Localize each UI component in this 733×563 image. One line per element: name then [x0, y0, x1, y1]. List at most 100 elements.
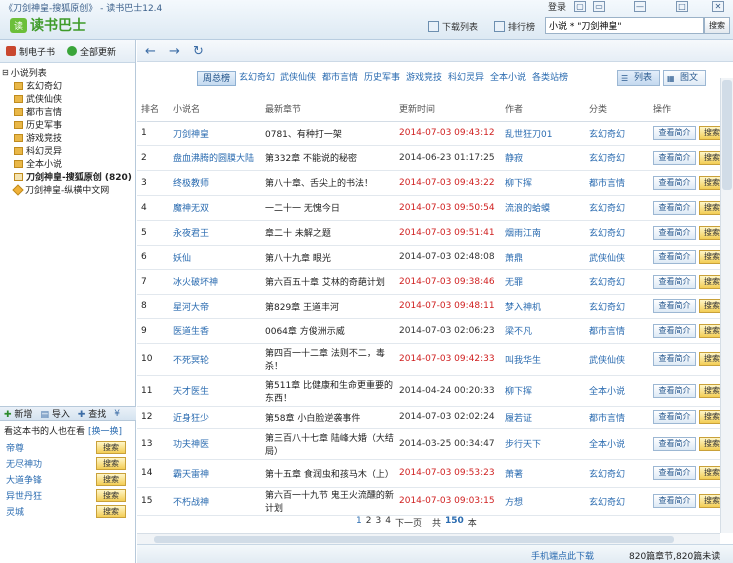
- search-book-button[interactable]: 搜索: [699, 274, 720, 289]
- title-link[interactable]: 霸天雷神: [169, 459, 261, 488]
- maximize-icon[interactable]: □: [676, 1, 688, 12]
- next-page-link[interactable]: 下一页: [395, 516, 422, 529]
- col-title[interactable]: 小说名: [169, 96, 261, 122]
- author-link[interactable]: 方想: [501, 487, 585, 516]
- table-row[interactable]: 14 霸天雷神 第十五章 食润虫和孩马木（上） 2014-07-03 09:53:23…: [137, 459, 720, 488]
- latest-chapter-cell[interactable]: 第三百八十七章 陆峰大婚（大结局）: [261, 428, 395, 460]
- menu-icon[interactable]: —: [634, 1, 646, 12]
- view-intro-button[interactable]: 查看简介: [653, 352, 696, 366]
- title-link[interactable]: 天才医生: [169, 375, 261, 407]
- tab-wuxia[interactable]: 武侠仙侠: [280, 71, 316, 86]
- view-intro-button[interactable]: 查看简介: [653, 299, 696, 313]
- table-row[interactable]: 6 妖仙 第八十九章 眼光 2014-07-03 02:48:08 萧鼎 武侠仙侠 查看简介…: [137, 245, 720, 270]
- tree-item-youxi[interactable]: 游戏竞技: [2, 131, 135, 144]
- search-book-button[interactable]: 搜索: [699, 175, 720, 190]
- view-intro-button[interactable]: 查看简介: [653, 200, 696, 215]
- tree-item-lishi[interactable]: 历史军事: [2, 118, 135, 131]
- category-link[interactable]: 都市言情: [585, 170, 649, 196]
- recommend-item[interactable]: 帝尊 搜索: [0, 439, 136, 455]
- search-book-button[interactable]: 搜索: [699, 494, 720, 508]
- title-link[interactable]: 盘血沸腾的圆膜大陆: [169, 145, 261, 171]
- title-link[interactable]: 永夜君王: [169, 220, 261, 246]
- table-row[interactable]: 7 冰火破坏神 第六百五十章 艾林的奇葩计划 2014-07-03 09:38:46 无…: [137, 269, 720, 295]
- page-3[interactable]: 3: [375, 516, 381, 529]
- refresh-icon[interactable]: ↻: [193, 44, 204, 59]
- tab-site-ranking[interactable]: 各类站榜: [532, 71, 568, 86]
- author-link[interactable]: 萧鼎: [501, 245, 585, 270]
- page-4[interactable]: 4: [385, 516, 391, 529]
- author-link[interactable]: 流浪的蛤蟆: [501, 195, 585, 221]
- collapse-chevron-icon[interactable]: ¥: [114, 409, 120, 419]
- recommend-title[interactable]: 灵城: [6, 505, 24, 518]
- category-link[interactable]: 全本小说: [585, 428, 649, 460]
- author-link[interactable]: 烟雨江南: [501, 220, 585, 246]
- mobile-download-link[interactable]: 手机端点此下载: [531, 549, 594, 562]
- col-rank[interactable]: 排名: [137, 96, 169, 122]
- forward-arrow-icon[interactable]: →: [169, 44, 180, 59]
- title-link[interactable]: 终极教师: [169, 170, 261, 196]
- search-book-button[interactable]: 搜索: [699, 436, 720, 451]
- category-link[interactable]: 全本小说: [585, 375, 649, 407]
- recommend-item[interactable]: 异世丹狂 搜索: [0, 487, 136, 503]
- vertical-scrollbar[interactable]: [720, 78, 733, 533]
- mini-mode-icon[interactable]: ▭: [593, 1, 605, 12]
- back-arrow-icon[interactable]: ←: [145, 44, 156, 59]
- latest-chapter-cell[interactable]: 第十五章 食润虫和孩马木（上）: [261, 459, 395, 488]
- category-link[interactable]: 都市言情: [585, 406, 649, 429]
- title-link[interactable]: 星河大帝: [169, 294, 261, 319]
- latest-chapter-cell[interactable]: 第四百一十二章 法则不二，毒杀！: [261, 343, 395, 376]
- author-link[interactable]: 步行天下: [501, 428, 585, 460]
- tree-root[interactable]: ⊟ 小说列表: [2, 66, 135, 79]
- view-intro-button[interactable]: 查看简介: [653, 410, 696, 424]
- view-intro-button[interactable]: 查看简介: [653, 250, 696, 264]
- view-intro-button[interactable]: 查看简介: [653, 466, 696, 480]
- view-intro-button[interactable]: 查看简介: [653, 175, 696, 190]
- category-link[interactable]: 玄幻奇幻: [585, 487, 649, 516]
- page-2[interactable]: 2: [366, 516, 372, 529]
- table-row[interactable]: 2 盘血沸腾的圆膜大陆 第332章 不能说的秘密 2014-06-23 01:17:2…: [137, 145, 720, 171]
- category-link[interactable]: 玄幻奇幻: [585, 220, 649, 246]
- table-row[interactable]: 4 魔神无双 一二十一 无愧今日 2014-07-03 09:50:54 流浪的蛤蟆 玄幻…: [137, 195, 720, 221]
- recommend-search-button[interactable]: 搜索: [96, 472, 126, 486]
- search-book-button[interactable]: 搜索: [699, 250, 720, 264]
- col-category[interactable]: 分类: [585, 96, 649, 122]
- recommend-item[interactable]: 大道争锋 搜索: [0, 471, 136, 487]
- tree-item-kehuan[interactable]: 科幻灵异: [2, 144, 135, 157]
- import-button[interactable]: ▤ 导入: [40, 407, 69, 420]
- table-row[interactable]: 1 刀剑神皇 0781、有种打一架 2014-07-03 09:43:12 乱世狂刀01…: [137, 121, 720, 146]
- latest-chapter-cell[interactable]: 第332章 不能说的秘密: [261, 145, 395, 171]
- category-link[interactable]: 玄幻奇幻: [585, 121, 649, 146]
- search-book-button[interactable]: 搜索: [699, 323, 720, 338]
- title-link[interactable]: 冰火破坏神: [169, 269, 261, 295]
- author-link[interactable]: 静寂: [501, 145, 585, 171]
- view-intro-button[interactable]: 查看简介: [653, 494, 696, 508]
- col-author[interactable]: 作者: [501, 96, 585, 122]
- latest-chapter-cell[interactable]: 第829章 王道丰河: [261, 294, 395, 319]
- search-book-button[interactable]: 搜索: [699, 352, 720, 366]
- category-link[interactable]: 玄幻奇幻: [585, 459, 649, 488]
- col-update-time[interactable]: 更新时间: [395, 96, 501, 122]
- tab-dushi[interactable]: 都市言情: [322, 71, 358, 86]
- view-intro-button[interactable]: 查看简介: [653, 436, 696, 451]
- search-book-button[interactable]: 搜索: [699, 225, 720, 240]
- close-icon[interactable]: ✕: [712, 1, 724, 12]
- latest-chapter-cell[interactable]: 第八十九章 眼光: [261, 245, 395, 270]
- search-book-button[interactable]: 搜索: [699, 126, 720, 140]
- login-link[interactable]: 登录: [548, 0, 566, 13]
- make-ebook-button[interactable]: 制电子书: [6, 45, 55, 58]
- author-link[interactable]: 柳下挥: [501, 170, 585, 196]
- tab-lishi[interactable]: 历史军事: [364, 71, 400, 86]
- table-row[interactable]: 3 终极教师 第八十章、舌尖上的书法！ 2014-07-03 09:43:22 柳下挥都…: [137, 170, 720, 196]
- rankings-button[interactable]: 排行榜: [494, 19, 535, 33]
- latest-chapter-cell[interactable]: 第八十章、舌尖上的书法！: [261, 170, 395, 196]
- tree-item-dushi[interactable]: 都市言情: [2, 105, 135, 118]
- latest-chapter-cell[interactable]: 第六百一十九节 鬼王火流醺的新计划: [261, 487, 395, 516]
- table-row[interactable]: 12 近身狂少 第58章 小白脸逆袭事件 2014-07-03 02:02:24 履若证…: [137, 406, 720, 429]
- view-intro-button[interactable]: 查看简介: [653, 225, 696, 240]
- latest-chapter-cell[interactable]: 章二十 未解之题: [261, 220, 395, 246]
- tree-item-quanben[interactable]: 全本小说: [2, 157, 135, 170]
- author-link[interactable]: 萧著: [501, 459, 585, 488]
- recommend-title[interactable]: 帝尊: [6, 441, 24, 454]
- search-button[interactable]: 搜索: [704, 17, 730, 34]
- tab-xuanhuan[interactable]: 玄幻奇幻: [239, 71, 275, 86]
